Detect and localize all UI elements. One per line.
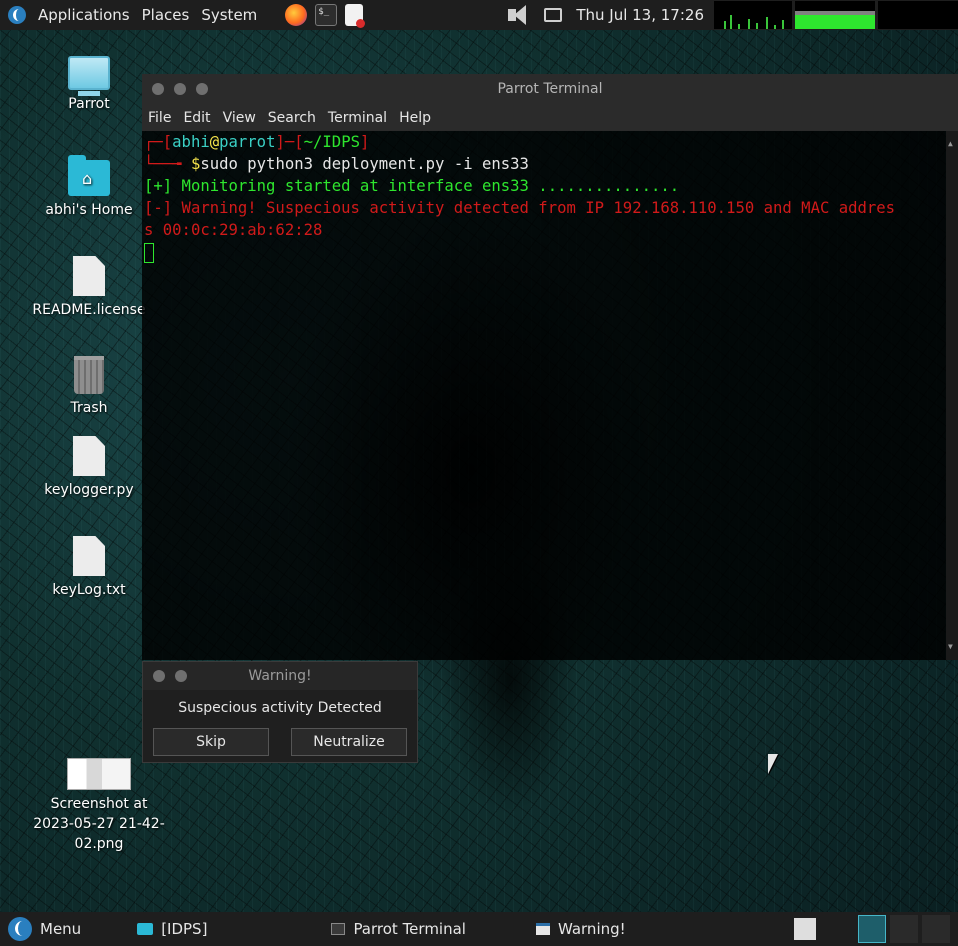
workspace-3[interactable] bbox=[922, 915, 950, 943]
command-text: sudo python3 deployment.py -i ens33 bbox=[200, 155, 529, 173]
network-graph bbox=[878, 1, 958, 29]
prompt-user: abhi bbox=[172, 133, 210, 151]
image-thumbnail-icon bbox=[67, 758, 131, 790]
menu-label: Menu bbox=[40, 920, 82, 938]
bottom-panel: Menu [IDPS] Parrot Terminal Warning! bbox=[0, 912, 958, 946]
maximize-button[interactable] bbox=[196, 83, 208, 95]
command-line: └──╼ $sudo python3 deployment.py -i ens3… bbox=[144, 155, 529, 173]
menu-file[interactable]: File bbox=[142, 110, 177, 126]
terminal-output[interactable]: ┌─[abhi@parrot]─[~/IDPS] └──╼ $sudo pytho… bbox=[142, 131, 958, 660]
menu-search[interactable]: Search bbox=[262, 110, 322, 126]
places-menu[interactable]: Places bbox=[136, 0, 196, 30]
desktop-icon-keylogger[interactable]: keylogger.py bbox=[29, 436, 149, 500]
neutralize-button[interactable]: Neutralize bbox=[291, 728, 407, 756]
terminal-window[interactable]: Parrot Terminal File Edit View Search Te… bbox=[142, 74, 958, 660]
taskbar-item-label: Parrot Terminal bbox=[353, 920, 466, 938]
workspace-switcher bbox=[858, 915, 950, 943]
display-icon[interactable] bbox=[544, 8, 563, 22]
computer-icon bbox=[68, 56, 110, 96]
desktop-icon-parrot[interactable]: Parrot bbox=[29, 56, 149, 114]
home-folder-icon bbox=[68, 155, 110, 196]
memory-graph bbox=[795, 1, 875, 29]
warning-message: Suspecious activity Detected bbox=[178, 700, 382, 716]
taskbar-item-idps[interactable]: [IDPS] bbox=[129, 912, 215, 946]
prompt-at: @ bbox=[209, 133, 220, 151]
output-warning: [-] Warning! Suspecious activity detecte… bbox=[144, 199, 896, 217]
output-monitoring: [+] Monitoring started at interface ens3… bbox=[144, 177, 680, 195]
desktop-icon-label: Trash bbox=[70, 400, 108, 416]
file-icon bbox=[73, 536, 105, 576]
minimize-button[interactable] bbox=[174, 83, 186, 95]
terminal-titlebar[interactable]: Parrot Terminal bbox=[142, 74, 958, 104]
system-label: System bbox=[201, 6, 258, 24]
clock[interactable]: Thu Jul 13, 17:26 bbox=[576, 6, 704, 24]
applications-label: Applications bbox=[38, 6, 130, 24]
document-launcher-icon[interactable] bbox=[345, 4, 366, 28]
close-button[interactable] bbox=[152, 83, 164, 95]
menu-help[interactable]: Help bbox=[393, 110, 437, 126]
archive-icon[interactable] bbox=[794, 918, 816, 940]
terminal-icon bbox=[331, 923, 346, 935]
prompt-host: parrot bbox=[219, 133, 276, 151]
prompt-dir: ~/IDPS bbox=[303, 133, 360, 151]
desktop-icon-label: Screenshot at 2023-05-27 21-42-02.png bbox=[33, 796, 165, 852]
cursor-line bbox=[144, 241, 942, 263]
workspace-1[interactable] bbox=[858, 915, 886, 943]
terminal-menubar: File Edit View Search Terminal Help bbox=[142, 104, 958, 131]
taskbar-item-terminal[interactable]: Parrot Terminal bbox=[323, 912, 474, 946]
desktop-icon-label: keylogger.py bbox=[44, 482, 134, 498]
menu-edit[interactable]: Edit bbox=[177, 110, 216, 126]
desktop-icon-label: abhi's Home bbox=[45, 202, 133, 218]
skip-button[interactable]: Skip bbox=[153, 728, 269, 756]
firefox-icon[interactable] bbox=[285, 4, 308, 26]
terminal-title: Parrot Terminal bbox=[497, 81, 603, 97]
applications-menu[interactable]: Applications bbox=[32, 0, 136, 30]
desktop-icon-label: README.license bbox=[32, 302, 146, 318]
terminal-cursor bbox=[144, 242, 154, 263]
terminal-scrollbar[interactable] bbox=[946, 131, 958, 660]
desktop-icon-label: keyLog.txt bbox=[52, 582, 126, 598]
menu-view[interactable]: View bbox=[217, 110, 262, 126]
cpu-graph bbox=[714, 1, 792, 29]
places-label: Places bbox=[141, 6, 190, 24]
file-icon bbox=[73, 256, 105, 296]
desktop-icon-keylog[interactable]: keyLog.txt bbox=[29, 536, 149, 600]
folder-icon bbox=[137, 923, 154, 935]
parrot-logo-icon[interactable] bbox=[8, 6, 26, 24]
prompt-line: ┌─[abhi@parrot]─[~/IDPS] bbox=[144, 133, 370, 151]
top-panel: Applications Places System $_ Thu Jul 13… bbox=[0, 0, 958, 30]
taskbar-item-label: Warning! bbox=[557, 920, 626, 938]
menu-terminal[interactable]: Terminal bbox=[322, 110, 393, 126]
desktop-icon-trash[interactable]: Trash bbox=[29, 356, 149, 418]
taskbar-item-warning[interactable]: Warning! bbox=[528, 912, 634, 946]
file-icon bbox=[73, 436, 105, 476]
terminal-launcher-icon[interactable]: $_ bbox=[315, 4, 338, 26]
menu-button[interactable]: Menu bbox=[0, 912, 89, 946]
warning-title: Warning! bbox=[248, 668, 312, 684]
desktop-icon-screenshot[interactable]: Screenshot at 2023-05-27 21-42-02.png bbox=[29, 758, 169, 854]
window-icon bbox=[535, 923, 550, 935]
desktop-icon-label: Parrot bbox=[68, 96, 110, 112]
mouse-pointer-icon bbox=[768, 754, 778, 774]
trash-icon bbox=[74, 356, 104, 394]
warning-titlebar[interactable]: Warning! bbox=[143, 662, 417, 690]
desktop-icon-home[interactable]: abhi's Home bbox=[29, 155, 149, 220]
volume-icon[interactable] bbox=[506, 3, 536, 27]
taskbar-item-label: [IDPS] bbox=[161, 920, 208, 938]
parrot-menu-icon bbox=[8, 917, 32, 941]
workspace-2[interactable] bbox=[890, 915, 918, 943]
system-menu[interactable]: System bbox=[195, 0, 263, 30]
output-warning-wrap: s 00:0c:29:ab:62:28 bbox=[144, 221, 323, 239]
warning-dialog[interactable]: Warning! Suspecious activity Detected Sk… bbox=[142, 661, 418, 763]
desktop-icon-readme[interactable]: README.license bbox=[29, 256, 149, 320]
